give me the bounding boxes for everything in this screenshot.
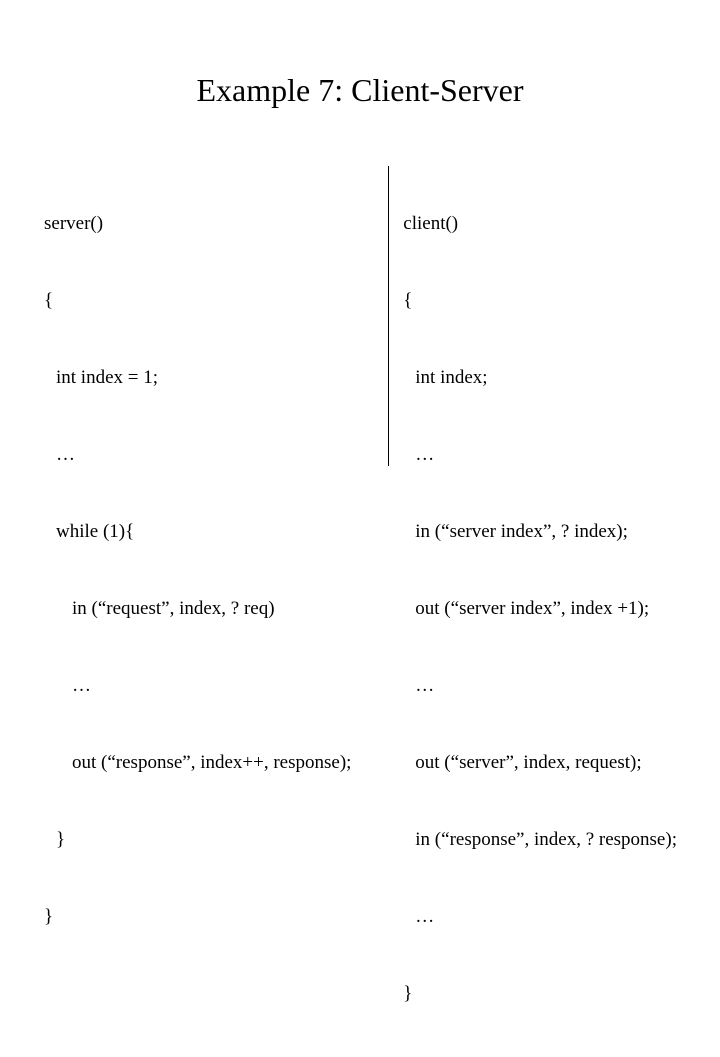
code-line: in (“request”, index, ? req)	[44, 596, 380, 622]
code-line: server()	[44, 211, 380, 237]
code-line: in (“server index”, ? index);	[403, 519, 700, 545]
code-line: int index = 1;	[44, 365, 380, 391]
code-line: while (1){	[44, 519, 380, 545]
code-line: …	[403, 673, 700, 699]
code-line: {	[403, 288, 700, 314]
code-columns: server() { int index = 1; … while (1){ i…	[44, 160, 700, 1057]
code-line: {	[44, 288, 380, 314]
server-code-block: server() { int index = 1; … while (1){ i…	[44, 160, 388, 1057]
code-line: }	[44, 827, 380, 853]
code-line: …	[44, 442, 380, 468]
code-line: out (“server”, index, request);	[403, 750, 700, 776]
slide: Example 7: Client-Server server() { int …	[0, 0, 720, 540]
code-line: …	[403, 904, 700, 930]
code-line: int index;	[403, 365, 700, 391]
code-line: …	[403, 442, 700, 468]
code-line: …	[44, 673, 380, 699]
code-line: client()	[403, 211, 700, 237]
slide-title: Example 7: Client-Server	[0, 72, 720, 109]
code-line: }	[403, 981, 700, 1007]
code-line: out (“response”, index++, response);	[44, 750, 380, 776]
code-line: in (“response”, index, ? response);	[403, 827, 700, 853]
code-line: }	[44, 904, 380, 930]
code-line: out (“server index”, index +1);	[403, 596, 700, 622]
client-code-block: client() { int index; … in (“server inde…	[389, 160, 700, 1057]
